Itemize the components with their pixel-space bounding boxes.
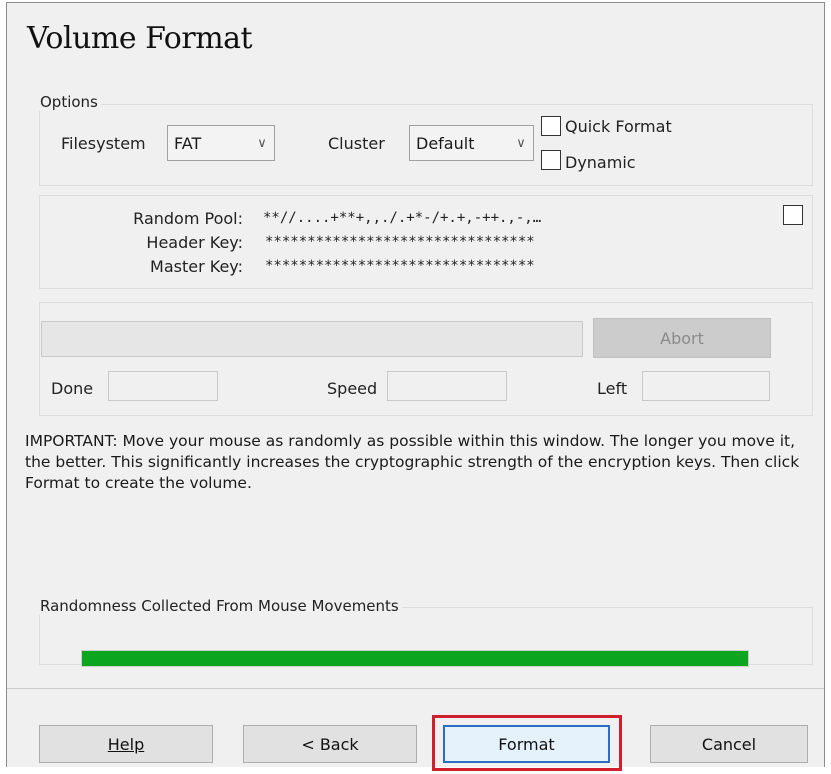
master-key-label: Master Key: <box>150 257 243 276</box>
format-progress-bar <box>41 321 583 357</box>
dynamic-checkbox[interactable] <box>541 150 561 170</box>
button-separator <box>7 688 824 689</box>
chevron-down-icon: ∨ <box>257 135 267 151</box>
speed-label: Speed <box>327 379 378 398</box>
header-key-label: Header Key: <box>146 233 243 252</box>
help-button-label: Help <box>107 734 145 754</box>
cancel-button[interactable]: Cancel <box>650 725 808 763</box>
quick-format-label[interactable]: Quick Format <box>565 117 672 136</box>
left-field <box>642 371 770 401</box>
cluster-select[interactable]: Default ∨ <box>409 125 534 161</box>
random-pool-label: Random Pool: <box>133 209 243 228</box>
done-label: Done <box>51 379 94 398</box>
left-label: Left <box>597 379 628 398</box>
filesystem-label: Filesystem <box>61 134 146 153</box>
cluster-select-value: Default <box>416 133 475 153</box>
show-keys-checkbox[interactable] <box>783 205 803 225</box>
format-button[interactable]: Format <box>443 725 610 763</box>
filesystem-select[interactable]: FAT ∨ <box>167 125 275 161</box>
dynamic-label[interactable]: Dynamic <box>565 153 636 172</box>
cluster-label: Cluster <box>328 134 385 153</box>
help-button[interactable]: Help <box>39 725 213 763</box>
randomness-progress-bar <box>81 650 749 667</box>
options-group-label: Options <box>37 93 101 111</box>
header-key-value: ******************************** <box>265 234 535 250</box>
quick-format-checkbox[interactable] <box>541 116 561 136</box>
chevron-down-icon: ∨ <box>516 135 526 151</box>
random-pool-value: **//....+**+,,./.+*-/+.+,-++.,-,… <box>263 210 542 226</box>
filesystem-select-value: FAT <box>174 133 202 153</box>
randomness-label: Randomness Collected From Mouse Movement… <box>37 597 402 615</box>
master-key-value: ******************************** <box>265 258 535 274</box>
important-instructions: IMPORTANT: Move your mouse as randomly a… <box>25 432 800 492</box>
randomness-progress-fill <box>82 651 748 666</box>
speed-field <box>387 371 507 401</box>
page-title: Volume Format <box>27 21 253 56</box>
back-button[interactable]: < Back <box>243 725 417 763</box>
abort-button[interactable]: Abort <box>593 318 771 358</box>
volume-format-window: Volume Format Options Filesystem FAT ∨ C… <box>6 2 825 771</box>
done-field <box>108 371 218 401</box>
